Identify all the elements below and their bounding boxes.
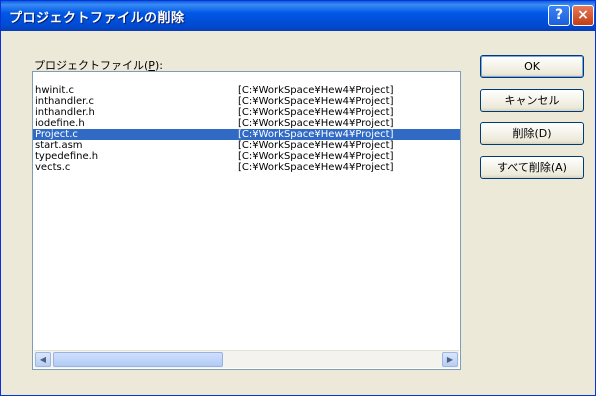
file-path: [C:¥WorkSpace¥Hew4¥Project]	[238, 118, 394, 129]
close-button[interactable]: ×	[572, 5, 594, 26]
file-path: [C:¥WorkSpace¥Hew4¥Project]	[238, 162, 394, 173]
file-path: [C:¥WorkSpace¥Hew4¥Project]	[238, 140, 394, 151]
file-path: [C:¥WorkSpace¥Hew4¥Project]	[238, 151, 394, 162]
file-path: [C:¥WorkSpace¥Hew4¥Project]	[238, 85, 394, 96]
list-item[interactable]: inthandler.h [C:¥WorkSpace¥Hew4¥Project]	[33, 107, 460, 118]
list-item[interactable]: inthandler.c [C:¥WorkSpace¥Hew4¥Project]	[33, 96, 460, 107]
cancel-button[interactable]: キャンセル	[480, 89, 584, 112]
file-path: [C:¥WorkSpace¥Hew4¥Project]	[238, 96, 394, 107]
file-name: typedefine.h	[35, 151, 99, 162]
file-path: [C:¥WorkSpace¥Hew4¥Project]	[238, 129, 394, 140]
file-name: inthandler.c	[35, 96, 94, 107]
file-name: inthandler.h	[35, 107, 95, 118]
list-item[interactable]: iodefine.h [C:¥WorkSpace¥Hew4¥Project]	[33, 118, 460, 129]
file-path: [C:¥WorkSpace¥Hew4¥Project]	[238, 107, 394, 118]
scroll-right-button[interactable]: ▶	[442, 352, 458, 367]
scroll-left-button[interactable]: ◀	[35, 352, 51, 367]
delete-button[interactable]: 削除(D)	[480, 122, 584, 145]
project-files-list[interactable]: hwinit.c [C:¥WorkSpace¥Hew4¥Project] intha…	[32, 71, 461, 370]
horizontal-scrollbar[interactable]: ◀ ▶	[34, 350, 459, 368]
file-name: start.asm	[35, 140, 83, 151]
file-rows: hwinit.c [C:¥WorkSpace¥Hew4¥Project] intha…	[33, 85, 460, 173]
list-item[interactable]: hwinit.c [C:¥WorkSpace¥Hew4¥Project]	[33, 85, 460, 96]
delete-all-button[interactable]: すべて削除(A)	[480, 156, 584, 179]
window-title: プロジェクトファイルの削除	[9, 11, 185, 26]
file-name: vects.c	[35, 162, 71, 173]
file-name: Project.c	[35, 129, 78, 140]
title-bar[interactable]: プロジェクトファイルの削除 ? ×	[1, 1, 595, 31]
delete-project-files-dialog: プロジェクトファイルの削除 ? × プロジェクトファイル(P): hwinit.…	[0, 0, 596, 396]
list-item[interactable]: start.asm [C:¥WorkSpace¥Hew4¥Project]	[33, 140, 460, 151]
ok-button[interactable]: OK	[480, 55, 584, 78]
scroll-thumb[interactable]	[53, 352, 223, 367]
file-name: hwinit.c	[35, 85, 75, 96]
file-name: iodefine.h	[35, 118, 85, 129]
list-item[interactable]: Project.c [C:¥WorkSpace¥Hew4¥Project]	[33, 129, 460, 140]
list-item[interactable]: vects.c [C:¥WorkSpace¥Hew4¥Project]	[33, 162, 460, 173]
list-item[interactable]: typedefine.h [C:¥WorkSpace¥Hew4¥Project]	[33, 151, 460, 162]
help-button[interactable]: ?	[548, 5, 570, 26]
